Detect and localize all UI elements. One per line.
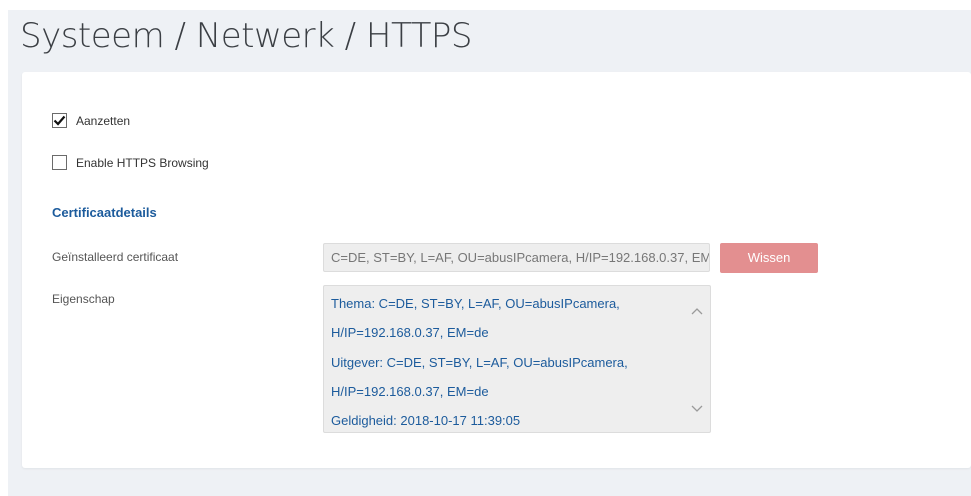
enable-checkbox[interactable]: [52, 113, 67, 128]
installed-certificate-label: Geïnstalleerd certificaat: [52, 250, 179, 264]
page-title: Systeem / Netwerk / HTTPS: [20, 16, 473, 56]
enable-checkbox-row[interactable]: Aanzetten: [52, 113, 130, 128]
checkmark-icon: [53, 115, 66, 126]
property-line: H/IP=192.168.0.37, EM=de: [331, 383, 489, 399]
https-browsing-checkbox[interactable]: [52, 155, 67, 170]
certificate-details-heading: Certificaatdetails: [52, 205, 157, 220]
installed-certificate-field[interactable]: C=DE, ST=BY, L=AF, OU=abusIPcamera, H/IP…: [323, 243, 710, 272]
property-label: Eigenschap: [52, 292, 115, 306]
property-line: Uitgever: C=DE, ST=BY, L=AF, OU=abusIPca…: [331, 354, 628, 370]
https-browsing-checkbox-row[interactable]: Enable HTTPS Browsing: [52, 155, 209, 170]
delete-button[interactable]: Wissen: [720, 243, 818, 273]
enable-label: Aanzetten: [76, 113, 131, 128]
property-textarea[interactable]: Thema: C=DE, ST=BY, L=AF, OU=abusIPcamer…: [323, 285, 711, 433]
chevron-up-icon[interactable]: [690, 304, 704, 318]
property-line: H/IP=192.168.0.37, EM=de: [331, 325, 489, 341]
property-line: Geldigheid: 2018-10-17 11:39:05: [331, 413, 521, 429]
https-browsing-label: Enable HTTPS Browsing: [76, 155, 209, 170]
property-line: Thema: C=DE, ST=BY, L=AF, OU=abusIPcamer…: [331, 296, 620, 311]
property-text: Thema: C=DE, ST=BY, L=AF, OU=abusIPcamer…: [331, 289, 686, 432]
chevron-down-icon[interactable]: [690, 402, 704, 416]
